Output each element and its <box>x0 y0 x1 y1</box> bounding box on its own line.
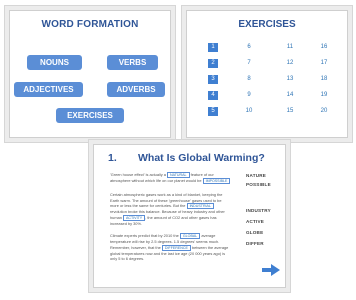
exercise-link-17[interactable]: 17 <box>316 59 332 68</box>
slide-heading: 1. What Is Global Warming? <box>108 152 265 164</box>
word-formation-slide: WORD FORMATION NOUNS VERBS ADJECTIVES AD… <box>9 10 171 138</box>
exercise-link-20[interactable]: 20 <box>316 107 332 116</box>
exercise-button-4[interactable]: 4 <box>208 91 218 100</box>
slide-title: WORD FORMATION <box>41 19 139 30</box>
exercises-slide: EXERCISES 1 2 3 4 5 6 7 8 9 10 11 12 13 … <box>186 10 348 138</box>
exercise-link-7[interactable]: 7 <box>241 59 257 68</box>
exercise-button-1[interactable]: 1 <box>208 43 218 52</box>
nouns-button[interactable]: NOUNS <box>27 55 82 70</box>
global-warming-slide: 1. What Is Global Warming? 'Green house e… <box>93 144 286 288</box>
exercises-button[interactable]: EXERCISES <box>56 108 124 123</box>
exercise-link-18[interactable]: 18 <box>316 75 332 84</box>
exercise-link-14[interactable]: 14 <box>282 91 298 100</box>
paragraph-1: 'Green house effect' is actually a NATUR… <box>110 172 231 184</box>
root-word-5: GLOBE <box>246 230 264 235</box>
exercise-button-5[interactable]: 5 <box>208 107 218 116</box>
paragraph-text: Climate experts predict that by 2010 the <box>110 233 179 238</box>
exercise-number: 1. <box>108 152 117 164</box>
verbs-button[interactable]: VERBS <box>107 55 158 70</box>
paragraph-text: 'Green house effect' is actually a <box>110 172 166 177</box>
root-word-2: POSSIBLE <box>246 182 271 187</box>
exercise-link-10[interactable]: 10 <box>241 107 257 116</box>
exercise-link-15[interactable]: 15 <box>282 107 298 116</box>
exercise-link-6[interactable]: 6 <box>241 43 257 52</box>
exercise-button-2[interactable]: 2 <box>208 59 218 68</box>
exercise-link-8[interactable]: 8 <box>241 75 257 84</box>
exercise-link-12[interactable]: 12 <box>282 59 298 68</box>
answer-box-2[interactable]: IMPOSSIBLE <box>202 178 231 184</box>
exercise-link-16[interactable]: 16 <box>316 43 332 52</box>
next-arrow-icon[interactable] <box>262 264 280 276</box>
root-word-4: ACTIVE <box>246 219 265 224</box>
root-word-1: NATURE <box>246 173 266 178</box>
exercise-link-11[interactable]: 11 <box>282 43 298 52</box>
root-word-6: DIFFER <box>246 241 264 246</box>
adverbs-button[interactable]: ADVERBS <box>107 82 165 97</box>
root-word-3: INDUSTRY <box>246 208 271 213</box>
slide-title: EXERCISES <box>238 19 296 30</box>
slide-title: What Is Global Warming? <box>138 152 265 164</box>
exercise-link-9[interactable]: 9 <box>241 91 257 100</box>
exercise-button-3[interactable]: 3 <box>208 75 218 84</box>
adjectives-button[interactable]: ADJECTIVES <box>14 82 83 97</box>
paragraph-3: Climate experts predict that by 2010 the… <box>110 233 231 262</box>
exercise-link-19[interactable]: 19 <box>316 91 332 100</box>
exercise-link-13[interactable]: 13 <box>282 75 298 84</box>
paragraph-2: Certain atmospheric gases work as a kind… <box>110 192 231 226</box>
